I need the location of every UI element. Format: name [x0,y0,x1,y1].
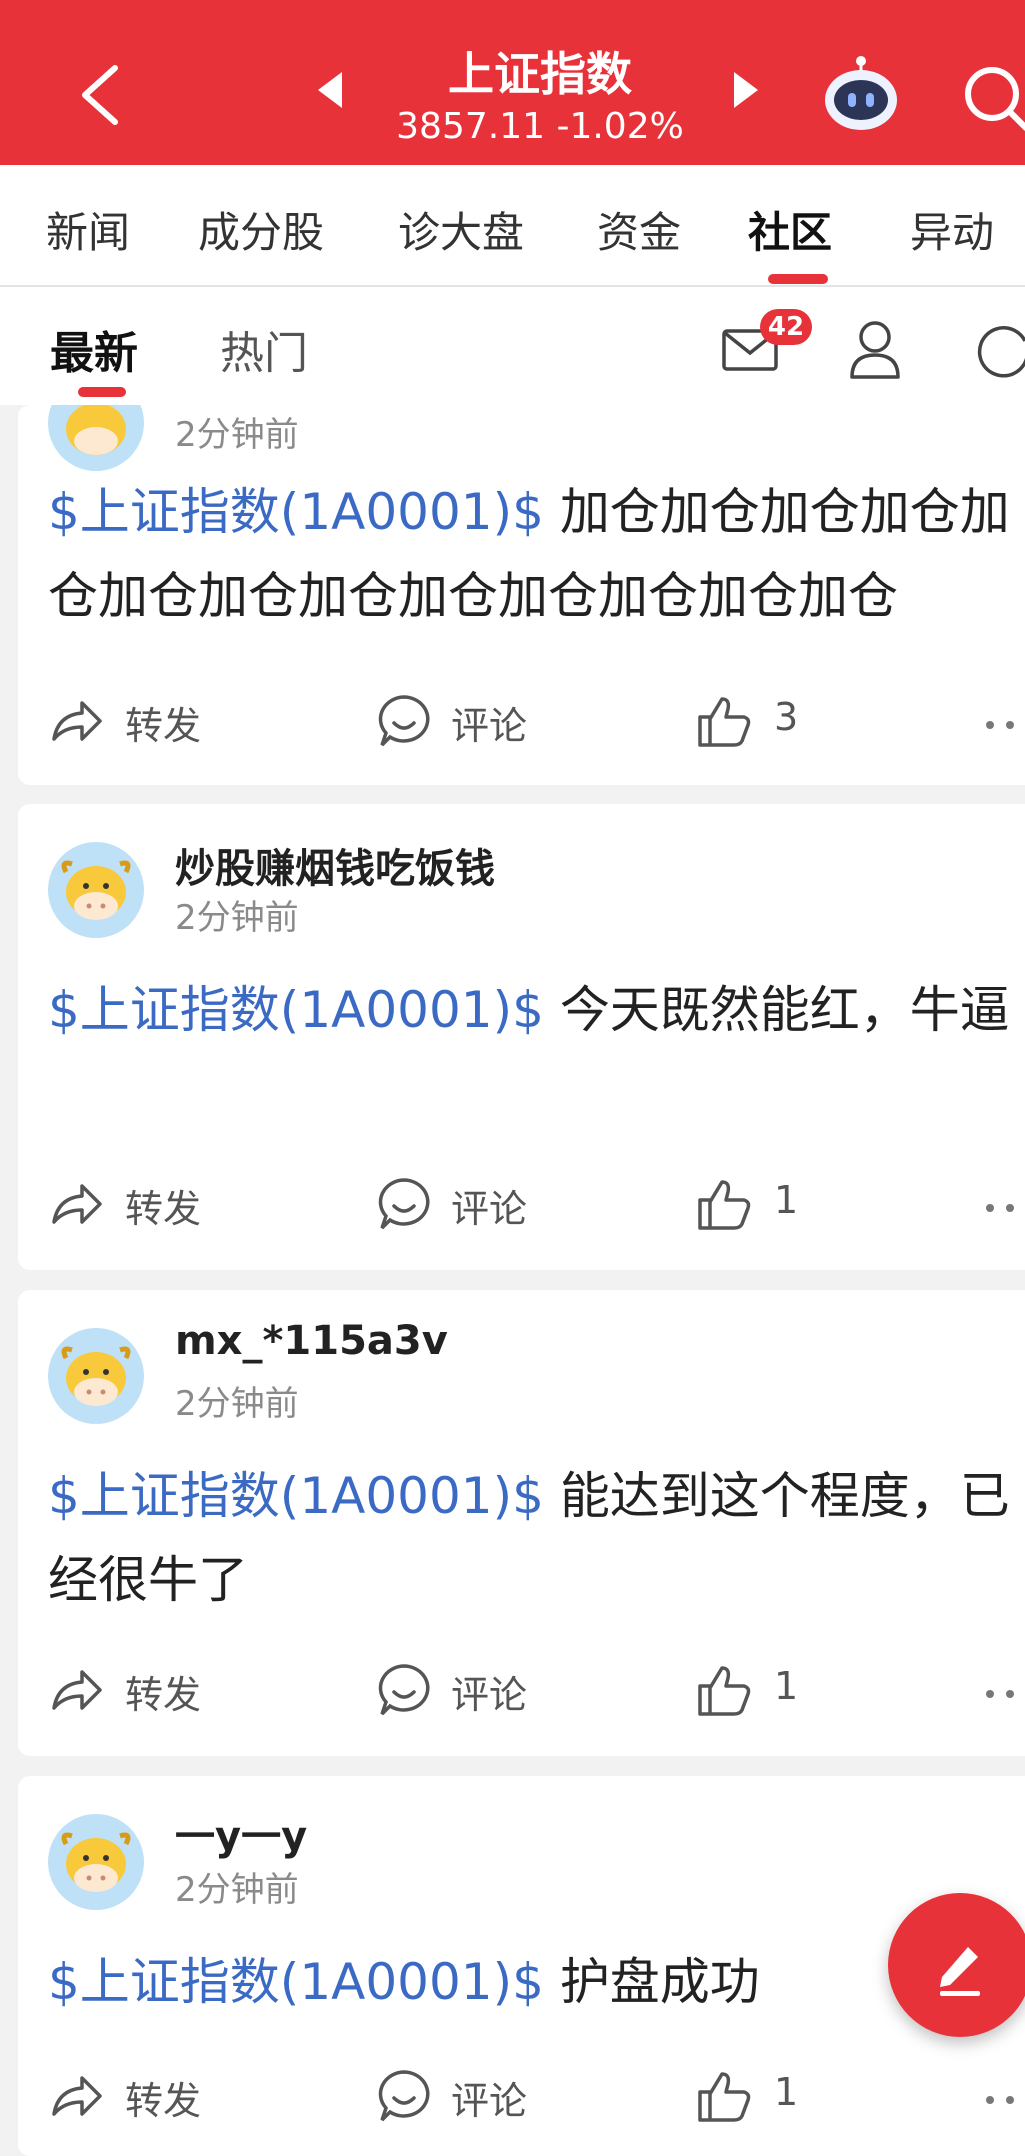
previous-index-icon[interactable] [318,72,342,108]
like-count: 1 [774,2070,799,2114]
share-button[interactable]: 转发 [125,1664,201,1719]
tab-news[interactable]: 新闻 [46,199,130,260]
more-options-icon[interactable] [980,2090,1025,2110]
more-options-icon[interactable] [980,715,1025,735]
post-card[interactable]: mx_*115a3v 2分钟前 $上证指数(1A0001)$ 能达到这个程度，已… [18,1290,1025,1756]
post-content: $上证指数(1A0001)$ 能达到这个程度，已经很牛了 [48,1454,1025,1622]
share-icon[interactable] [48,693,104,749]
post-username[interactable]: mx_*115a3v [175,1318,448,1364]
post-username[interactable]: 炒股赚烟钱吃饭钱 [175,836,495,894]
share-button[interactable]: 转发 [125,695,201,750]
comment-icon[interactable] [376,2068,432,2124]
post-time: 2分钟前 [175,898,299,938]
share-icon[interactable] [48,1662,104,1718]
comment-icon[interactable] [376,693,432,749]
top-header: 上证指数 3857.11 -1.02% [0,0,1025,165]
community-subtabs: 最新 热门 42 [0,287,1025,405]
tab-diagnosis[interactable]: 诊大盘 [398,199,524,260]
cow-avatar-icon [48,1814,144,1910]
post-username[interactable]: 一y一y [175,1804,307,1862]
stock-tag-link[interactable]: $上证指数(1A0001)$ [48,1467,544,1525]
comment-button[interactable]: 评论 [451,2070,527,2125]
tab-movements[interactable]: 异动 [910,199,994,260]
cow-avatar-icon [48,405,144,471]
comment-button[interactable]: 评论 [451,1178,527,1233]
more-options-icon[interactable] [980,1198,1025,1218]
cow-avatar-icon [48,1328,144,1424]
thumbs-up-icon[interactable] [696,693,752,749]
tab-community[interactable]: 社区 [748,199,832,260]
post-content: $上证指数(1A0001)$ 护盘成功 [48,1940,1025,2024]
comment-icon[interactable] [376,1662,432,1718]
tab-bar: 新闻 成分股 诊大盘 资金 社区 异动 [0,165,1025,287]
next-index-icon[interactable] [734,72,758,108]
stock-tag-link[interactable]: $上证指数(1A0001)$ [48,981,544,1039]
post-card[interactable]: 炒股赚烟钱吃饭钱 2分钟前 $上证指数(1A0001)$ 今天既然能红，牛逼 转… [18,804,1025,1270]
post-time: 2分钟前 [175,1870,299,1910]
thumbs-up-icon[interactable] [696,2068,752,2124]
search-icon[interactable] [960,62,1025,132]
active-subtab-indicator [78,387,126,397]
profile-icon[interactable] [848,319,902,379]
index-quote: 3857.11 -1.02% [396,106,684,147]
post-time: 2分钟前 [175,1384,299,1424]
pencil-icon [940,1947,980,1996]
tab-constituents[interactable]: 成分股 [198,199,324,260]
post-content: $上证指数(1A0001)$ 加仓加仓加仓加仓加仓加仓加仓加仓加仓加仓加仓加仓加… [48,470,1025,638]
compose-post-button[interactable] [888,1893,1025,2037]
active-tab-indicator [768,274,828,284]
post-time: 2分钟前 [175,415,299,455]
subtab-hot[interactable]: 热门 [220,317,308,381]
like-count: 1 [774,1178,799,1222]
tab-funds[interactable]: 资金 [597,199,681,260]
share-button[interactable]: 转发 [125,2070,201,2125]
thumbs-up-icon[interactable] [696,1662,752,1718]
cow-avatar-icon [48,842,144,938]
message-count-badge: 42 [760,309,812,345]
comment-button[interactable]: 评论 [451,695,527,750]
refresh-icon[interactable] [973,321,1025,381]
robot-assistant-icon[interactable] [822,55,900,133]
post-text: 今天既然能红，牛逼 [559,981,1010,1039]
post-card[interactable]: 2分钟前 $上证指数(1A0001)$ 加仓加仓加仓加仓加仓加仓加仓加仓加仓加仓… [18,405,1025,785]
stock-tag-link[interactable]: $上证指数(1A0001)$ [48,1953,544,2011]
like-count: 3 [774,695,799,739]
more-options-icon[interactable] [980,1684,1025,1704]
back-arrow-icon[interactable] [75,60,125,130]
share-icon[interactable] [48,1176,104,1232]
post-text: 护盘成功 [559,1953,760,2011]
share-icon[interactable] [48,2068,104,2124]
post-card[interactable]: 一y一y 2分钟前 $上证指数(1A0001)$ 护盘成功 转发 评论 1 [18,1776,1025,2156]
comment-button[interactable]: 评论 [451,1664,527,1719]
thumbs-up-icon[interactable] [696,1176,752,1232]
post-content: $上证指数(1A0001)$ 今天既然能红，牛逼 [48,968,1025,1052]
subtab-latest[interactable]: 最新 [50,317,138,381]
page-title: 上证指数 [448,47,632,101]
like-count: 1 [774,1664,799,1708]
share-button[interactable]: 转发 [125,1178,201,1233]
comment-icon[interactable] [376,1176,432,1232]
stock-tag-link[interactable]: $上证指数(1A0001)$ [48,483,544,541]
